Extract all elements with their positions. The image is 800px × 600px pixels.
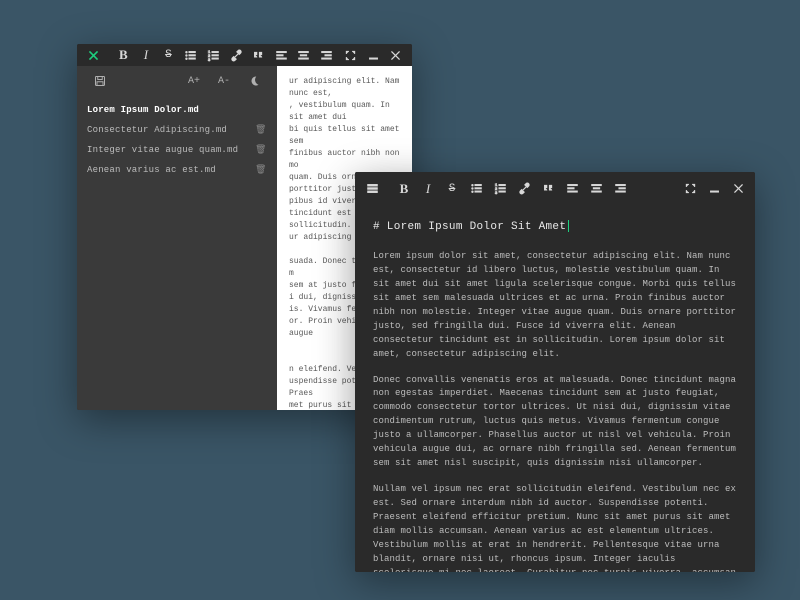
paragraph: Nullam vel ipsum nec erat sollicitudin e… (373, 483, 737, 572)
strikethrough-button[interactable]: S (441, 178, 463, 200)
toolbar: B I S 123 (355, 172, 755, 205)
sidebar-toolbar: A+ A- (77, 66, 277, 96)
bold-button[interactable]: B (393, 178, 415, 200)
window-editor: B I S 123 # Lorem Ipsum Dolor Sit Amet L… (355, 172, 755, 572)
align-left-button[interactable] (561, 178, 583, 200)
ordered-list-button[interactable]: 123 (489, 178, 511, 200)
ordered-list-button[interactable]: 123 (203, 44, 224, 66)
paragraph: Donec convallis venenatis eros at malesu… (373, 374, 737, 472)
save-icon[interactable] (89, 70, 111, 92)
toolbar: B I S 123 (77, 44, 412, 66)
align-right-button[interactable] (609, 178, 631, 200)
link-button[interactable] (226, 44, 247, 66)
strikethrough-button[interactable]: S (158, 44, 179, 66)
file-item[interactable]: Aenean varius ac est.md 🗑 (77, 160, 277, 180)
delete-icon[interactable]: 🗑 (255, 165, 267, 175)
close-button[interactable] (386, 44, 407, 66)
fullscreen-button[interactable] (340, 44, 361, 66)
menu-button[interactable] (361, 178, 383, 200)
fullscreen-button[interactable] (679, 178, 701, 200)
svg-text:3: 3 (208, 59, 211, 62)
italic-button[interactable]: I (417, 178, 439, 200)
font-decrease-button[interactable]: A- (213, 70, 235, 92)
link-button[interactable] (513, 178, 535, 200)
bold-button[interactable]: B (113, 44, 134, 66)
editor-dark[interactable]: # Lorem Ipsum Dolor Sit Amet Lorem ipsum… (355, 205, 755, 572)
file-item[interactable]: Integer vitae augue quam.md 🗑 (77, 140, 277, 160)
sidebar: A+ A- Lorem Ipsum Dolor.md Consectetur A… (77, 66, 277, 410)
svg-text:3: 3 (494, 192, 497, 195)
close-button[interactable] (727, 178, 749, 200)
align-center-button[interactable] (293, 44, 314, 66)
paragraph: Lorem ipsum dolor sit amet, consectetur … (373, 250, 737, 362)
minimize-button[interactable] (703, 178, 725, 200)
close-sidebar-button[interactable] (83, 44, 104, 66)
align-right-button[interactable] (316, 44, 337, 66)
italic-button[interactable]: I (136, 44, 157, 66)
quote-button[interactable] (537, 178, 559, 200)
file-name: Aenean varius ac est.md (87, 165, 255, 175)
quote-button[interactable] (248, 44, 269, 66)
file-item[interactable]: Consectetur Adipiscing.md 🗑 (77, 120, 277, 140)
file-list: Lorem Ipsum Dolor.md Consectetur Adipisc… (77, 96, 277, 410)
file-name: Lorem Ipsum Dolor.md (87, 105, 267, 115)
align-center-button[interactable] (585, 178, 607, 200)
font-increase-button[interactable]: A+ (183, 70, 205, 92)
theme-toggle-button[interactable] (243, 70, 265, 92)
align-left-button[interactable] (271, 44, 292, 66)
delete-icon[interactable]: 🗑 (255, 125, 267, 135)
unordered-list-button[interactable] (465, 178, 487, 200)
file-name: Integer vitae augue quam.md (87, 145, 255, 155)
document-heading: # Lorem Ipsum Dolor Sit Amet (373, 219, 737, 236)
file-item[interactable]: Lorem Ipsum Dolor.md (77, 100, 277, 120)
delete-icon[interactable]: 🗑 (255, 145, 267, 155)
minimize-button[interactable] (363, 44, 384, 66)
unordered-list-button[interactable] (181, 44, 202, 66)
file-name: Consectetur Adipiscing.md (87, 125, 255, 135)
